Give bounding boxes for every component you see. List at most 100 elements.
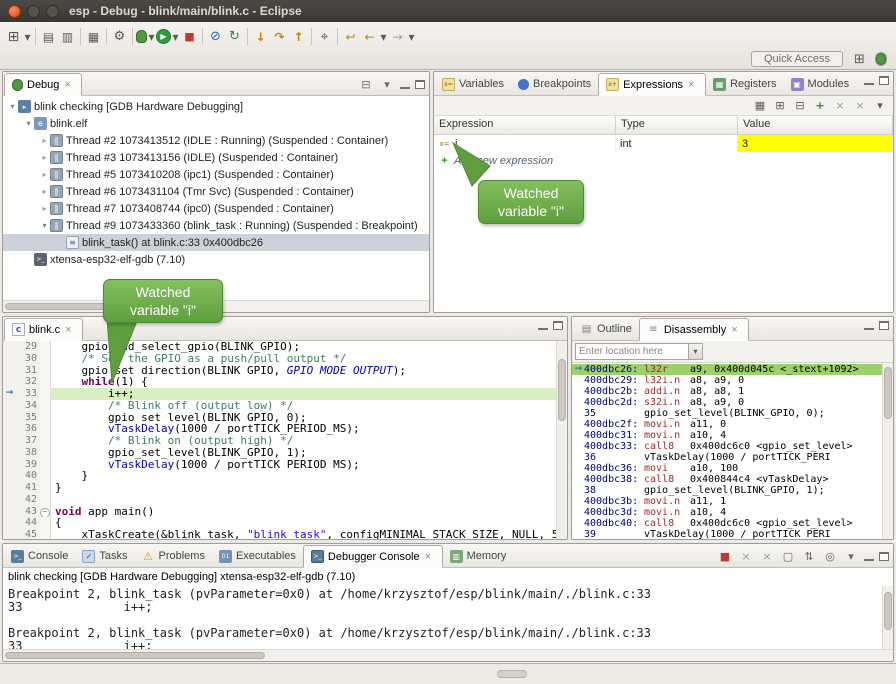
code-line[interactable]: 29 gpio_pad_select_gpio(BLINK_GPIO); — [3, 341, 567, 353]
disassembly-row[interactable]: 400dbc3b: movi.n a11, 1 — [572, 496, 893, 507]
debug-tree-row[interactable]: blink checking [GDB Hardware Debugging] — [3, 98, 429, 115]
window-minimize-button[interactable] — [27, 5, 40, 18]
disassembly-row[interactable]: 35 gpio_set_level(BLINK_GPIO, 0); — [572, 408, 893, 419]
remove-launch-icon[interactable]: × — [738, 548, 754, 564]
close-tab-icon[interactable] — [64, 80, 74, 90]
pin-console-icon[interactable]: ◎ — [822, 548, 838, 564]
forward-dropdown-icon[interactable]: ▾ — [407, 27, 416, 46]
disassembly-row[interactable]: 400dbc26: l32r a9, 0x400d045c <_stext+10… — [572, 364, 893, 375]
scrollbar-thumb[interactable] — [5, 652, 265, 659]
tab-blink-c[interactable]: blink.c — [4, 318, 83, 341]
back-icon[interactable]: ← — [360, 27, 379, 46]
vertical-scrollbar[interactable] — [882, 586, 893, 649]
dropdown-icon[interactable] — [688, 344, 702, 359]
disassembly-row[interactable]: 400dbc2b: addi.n a8, a8, 1 — [572, 386, 893, 397]
close-tab-icon[interactable] — [65, 325, 75, 335]
clear-console-icon[interactable]: ▢ — [780, 548, 796, 564]
tree-expand-icon[interactable] — [39, 187, 50, 196]
tab-expressions[interactable]: Expressions — [598, 73, 706, 96]
code-line[interactable]: 31 gpio_set_direction(BLINK_GPIO, GPIO_M… — [3, 365, 567, 377]
disassembly-row[interactable]: 38 gpio_set_level(BLINK_GPIO, 1); — [572, 485, 893, 496]
fold-marker[interactable] — [40, 376, 51, 388]
minimize-icon[interactable] — [864, 552, 874, 561]
forward-icon[interactable]: → — [388, 27, 407, 46]
disassembly-row[interactable]: 400dbc29: l32i.n a8, a9, 0 — [572, 375, 893, 386]
step-over-icon[interactable]: ↷ — [270, 27, 289, 46]
disassembly-row[interactable]: 400dbc31: movi.n a10, 4 — [572, 430, 893, 441]
minimize-icon[interactable] — [864, 76, 874, 85]
minimize-icon[interactable] — [400, 80, 410, 89]
maximize-icon[interactable] — [879, 321, 889, 330]
code-line[interactable]: 41 } — [3, 482, 567, 494]
tab-debugger-console[interactable]: Debugger Console — [303, 545, 443, 568]
code-area[interactable]: 29 gpio_pad_select_gpio(BLINK_GPIO); 30 … — [3, 341, 567, 539]
last-edit-location-icon[interactable]: ↩ — [341, 27, 360, 46]
tab-outline[interactable]: Outline — [573, 318, 639, 340]
debug-tree-row[interactable]: Thread #9 1073433360 (blink_task : Runni… — [3, 217, 429, 234]
code-line[interactable]: 39 vTaskDelay(1000 / portTICK_PERIOD_MS)… — [3, 459, 567, 471]
show-type-names-icon[interactable]: ▦ — [752, 98, 768, 114]
disassembly-row[interactable]: 400dbc2f: movi.n a11, 0 — [572, 419, 893, 430]
fold-marker[interactable] — [40, 341, 51, 353]
remove-expression-icon[interactable]: × — [832, 98, 848, 114]
disassembly-row[interactable]: 400dbc33: call8 0x400dc6c0 <gpio_set_lev… — [572, 441, 893, 452]
debug-icon[interactable] — [136, 30, 147, 43]
new-wizard-icon[interactable]: ⊞ — [4, 27, 23, 46]
scroll-lock-icon[interactable]: ⇅ — [801, 548, 817, 564]
terminate-icon[interactable]: ■ — [180, 27, 199, 46]
window-close-button[interactable] — [8, 5, 21, 18]
tab-problems[interactable]: Problems — [134, 545, 211, 567]
code-line[interactable]: 32 while(1) { — [3, 376, 567, 388]
expression-row[interactable]: i int 3 — [434, 135, 893, 152]
code-line[interactable]: 44 { — [3, 517, 567, 529]
close-tab-icon[interactable] — [688, 80, 698, 90]
fold-marker[interactable] — [40, 388, 51, 400]
fold-marker[interactable] — [40, 529, 51, 539]
tree-expand-icon[interactable] — [23, 119, 34, 128]
tree-expand-icon[interactable] — [39, 153, 50, 162]
collapse-all-icon[interactable]: ⊟ — [792, 98, 808, 114]
save-icon[interactable]: ▤ — [39, 27, 58, 46]
view-menu-icon[interactable]: ▾ — [379, 76, 395, 92]
code-line[interactable]: 37 /* Blink on (output high) */ — [3, 435, 567, 447]
fold-marker[interactable] — [40, 482, 51, 494]
fold-marker[interactable] — [40, 423, 51, 435]
debug-tree-row[interactable]: Thread #7 1073408744 (ipc0) (Suspended :… — [3, 200, 429, 217]
fold-marker[interactable] — [40, 506, 51, 518]
remove-all-expressions-icon[interactable]: × — [852, 98, 868, 114]
vertical-scrollbar[interactable] — [882, 363, 893, 539]
debug-dropdown-icon[interactable]: ▾ — [147, 27, 156, 46]
minimize-icon[interactable] — [864, 321, 874, 330]
code-editor[interactable]: 29 gpio_pad_select_gpio(BLINK_GPIO); 30 … — [3, 341, 567, 539]
maximize-icon[interactable] — [879, 552, 889, 561]
location-combo[interactable]: Enter location here — [575, 343, 703, 360]
disassembly-row[interactable]: 39 vTaskDelay(1000 / portTICK_PERI — [572, 529, 893, 539]
remove-all-terminated-icon[interactable]: × — [759, 548, 775, 564]
step-into-icon[interactable]: ↓ — [251, 27, 270, 46]
fold-marker[interactable] — [40, 400, 51, 412]
fold-marker[interactable] — [40, 435, 51, 447]
debug-tree-row[interactable]: Thread #3 1073413156 (IDLE) (Suspended :… — [3, 149, 429, 166]
close-tab-icon[interactable] — [425, 552, 435, 562]
build-icon[interactable]: ⚙ — [110, 27, 129, 46]
restart-icon[interactable]: ↻ — [225, 27, 244, 46]
column-header-type[interactable]: Type — [616, 116, 738, 134]
search-icon[interactable]: ⌖ — [315, 27, 334, 46]
scrollbar-thumb[interactable] — [558, 359, 566, 421]
maximize-icon[interactable] — [879, 76, 889, 85]
fold-marker[interactable] — [40, 459, 51, 471]
tree-expand-icon[interactable] — [39, 221, 50, 230]
tab-registers[interactable]: Registers — [706, 73, 783, 95]
tab-console[interactable]: Console — [4, 545, 75, 567]
run-icon[interactable]: ▶ — [156, 29, 171, 44]
tab-debug[interactable]: Debug — [4, 73, 82, 96]
step-return-icon[interactable]: ↑ — [289, 27, 308, 46]
tab-variables[interactable]: Variables — [435, 73, 511, 95]
show-logical-structure-icon[interactable]: ⊞ — [772, 98, 788, 114]
value-cell[interactable]: 3 — [738, 135, 893, 152]
code-line[interactable]: 38 gpio_set_level(BLINK_GPIO, 1); — [3, 447, 567, 459]
debug-tree-row[interactable]: blink_task() at blink.c:33 0x400dbc26 — [3, 234, 429, 251]
collapse-all-icon[interactable]: ⊟ — [358, 76, 374, 92]
tab-modules[interactable]: Modules — [784, 73, 857, 95]
window-maximize-button[interactable] — [46, 5, 59, 18]
